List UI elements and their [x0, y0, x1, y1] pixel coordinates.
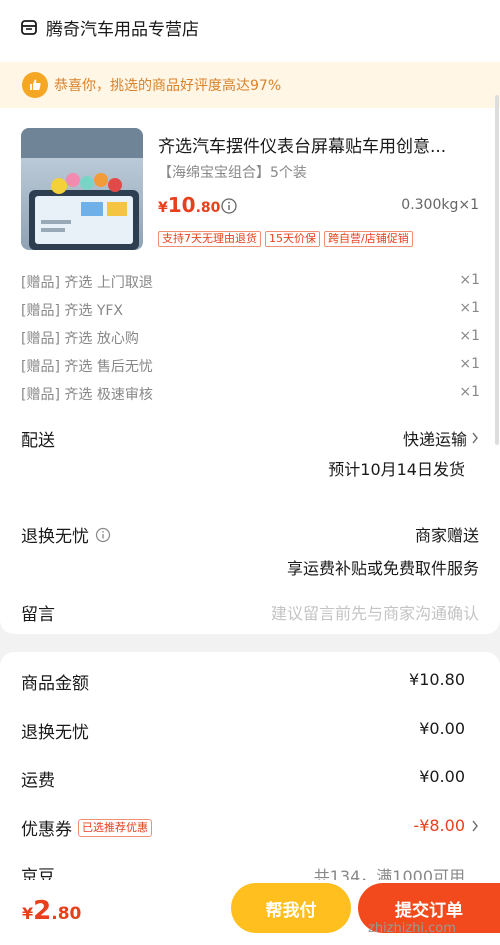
gift-qty: ×1	[459, 300, 480, 316]
weight-quantity: 0.300kg×1	[401, 197, 479, 213]
product-title[interactable]: 齐选汽车摆件仪表台屏幕贴车用创意...	[158, 132, 446, 157]
coupon-value[interactable]: -¥8.00	[413, 816, 465, 835]
price-currency: ¥	[158, 200, 168, 216]
gift-item: [赠品] 齐选 放心购 ×1	[21, 328, 480, 348]
gift-item: [赠品] 齐选 售后无忧 ×1	[21, 356, 480, 376]
notice-text: 恭喜你，挑选的商品好评度高达97%	[54, 78, 282, 94]
thumbs-up-icon	[22, 72, 48, 98]
store-icon	[21, 20, 37, 35]
tag-price-protect: 15天价保	[265, 231, 320, 247]
store-name: 腾奇汽车用品专营店	[46, 19, 199, 40]
gift-item: [赠品] 齐选 极速审核 ×1	[21, 384, 480, 404]
price-info-icon[interactable]	[220, 197, 238, 215]
help-pay-button[interactable]: 帮我付	[231, 883, 351, 933]
chevron-right-icon	[472, 820, 478, 832]
return-service-value: 商家赠送	[414, 526, 479, 545]
gift-label: [赠品] 齐选 售后无忧	[21, 359, 153, 375]
watermark: zhizhizhi.com	[368, 921, 456, 936]
gift-label: [赠品] 齐选 极速审核	[21, 387, 153, 403]
shipping-label: 运费	[21, 771, 55, 791]
gift-qty: ×1	[459, 384, 480, 400]
scrollbar[interactable]	[495, 95, 499, 445]
total-integer: 2	[33, 896, 52, 926]
return-fee-value: ¥0.00	[419, 719, 465, 738]
product-spec[interactable]: 【海绵宝宝组合】5个装	[158, 162, 307, 182]
message-label: 留言	[21, 605, 55, 625]
coupon-row[interactable]: 优惠券 已选推荐优惠	[21, 815, 152, 840]
service-tags: 支持7天无理由退货 15天价保 跨自营/店铺促销	[158, 231, 413, 247]
message-input[interactable]: 建议留言前先与商家沟通确认	[271, 600, 479, 624]
store-header[interactable]: 腾奇汽车用品专营店	[20, 13, 199, 41]
shipping-value: ¥0.00	[419, 767, 465, 786]
chevron-right-icon	[472, 432, 478, 444]
gift-item: [赠品] 齐选 上门取退 ×1	[21, 272, 480, 292]
gift-qty: ×1	[459, 356, 480, 372]
goods-amount-label: 商品金额	[21, 674, 89, 694]
order-card: 腾奇汽车用品专营店 恭喜你，挑选的商品好评度高达97% 齐选汽车摆件仪表台屏幕贴…	[0, 0, 500, 634]
total-decimal: .80	[51, 904, 82, 924]
return-service-detail: 享运费补贴或免费取件服务	[286, 559, 479, 578]
delivery-label: 配送	[21, 431, 55, 451]
gift-qty: ×1	[459, 272, 480, 288]
delivery-method[interactable]: 快递运输	[403, 426, 479, 450]
goods-amount-value: ¥10.80	[409, 670, 465, 689]
total-price: ¥2.80	[22, 896, 81, 926]
return-service-label: 退换无忧	[21, 522, 111, 547]
product-image[interactable]	[21, 128, 143, 250]
price-decimal: .80	[195, 200, 221, 216]
price-integer: 10	[167, 193, 196, 217]
gift-qty: ×1	[459, 328, 480, 344]
info-icon[interactable]	[95, 527, 111, 543]
gift-label: [赠品] 齐选 YFX	[21, 303, 124, 319]
gift-label: [赠品] 齐选 上门取退	[21, 275, 153, 291]
return-service-label-text: 退换无忧	[21, 527, 89, 547]
praise-notice: 恭喜你，挑选的商品好评度高达97%	[0, 62, 500, 108]
delivery-method-text: 快递运输	[402, 430, 467, 449]
tag-promotion: 跨自营/店铺促销	[324, 231, 413, 247]
product-price: ¥10.80	[158, 193, 220, 217]
return-fee-label: 退换无忧	[21, 723, 89, 743]
delivery-estimate: 预计10月14日发货	[328, 460, 465, 479]
gift-label: [赠品] 齐选 放心购	[21, 331, 139, 347]
gift-item: [赠品] 齐选 YFX ×1	[21, 300, 480, 320]
coupon-badge: 已选推荐优惠	[78, 818, 152, 837]
total-currency: ¥	[22, 904, 34, 923]
coupon-label: 优惠券	[21, 820, 72, 840]
tag-return: 支持7天无理由退货	[158, 231, 261, 247]
